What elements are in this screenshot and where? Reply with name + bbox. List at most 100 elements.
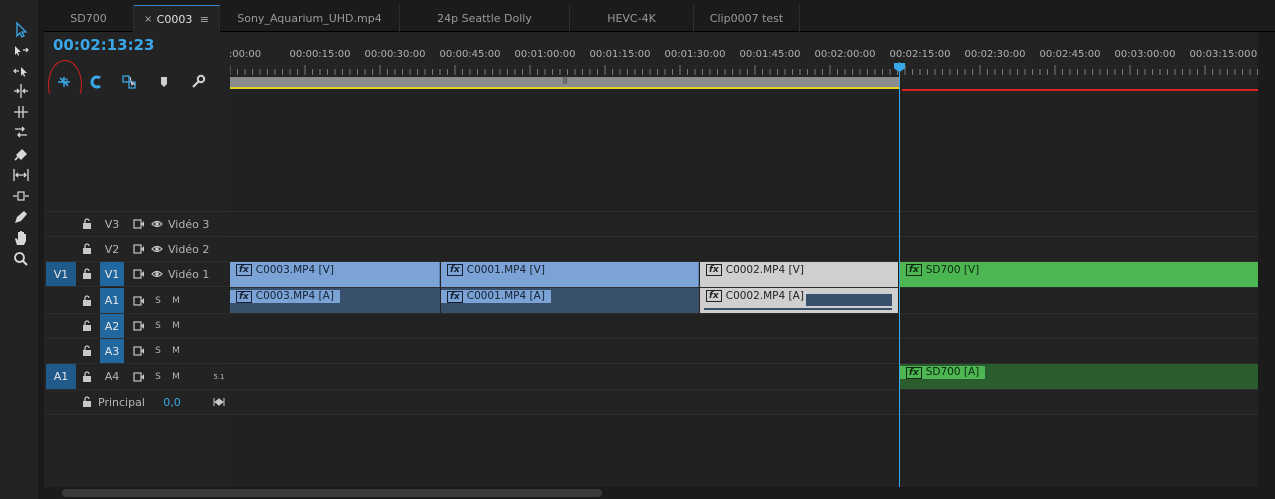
lock-icon[interactable]: [80, 314, 94, 338]
lock-icon[interactable]: [80, 364, 94, 389]
eye-icon[interactable]: [150, 237, 164, 261]
work-area-handle[interactable]: |||: [562, 75, 568, 84]
fx-badge: fx: [236, 264, 252, 276]
ruler-label: 0: [1250, 49, 1258, 60]
lane-a1[interactable]: fx C0003.MP4 [A] fx C0001.MP4 [A] fx C0002.…: [230, 288, 1258, 314]
zoom-icon[interactable]: [8, 249, 34, 269]
audio-clip[interactable]: fx C0003.MP4 [A]: [230, 288, 440, 313]
ruler-label: 00:00:30:00: [364, 49, 426, 60]
pen-icon[interactable]: [8, 207, 34, 227]
source-patch-v1[interactable]: V1: [46, 262, 76, 286]
track-select-forward-icon[interactable]: [8, 40, 34, 60]
lock-icon[interactable]: [80, 339, 94, 363]
lock-icon[interactable]: [80, 212, 94, 236]
playhead-line[interactable]: [899, 62, 900, 487]
lane-a4[interactable]: fx SD700 [A]: [230, 364, 1258, 390]
track-name-a3[interactable]: A3: [100, 339, 124, 363]
mute-button[interactable]: M: [170, 339, 182, 363]
work-area-bar[interactable]: |||: [230, 75, 900, 89]
lane-v2[interactable]: [230, 237, 1258, 262]
solo-button[interactable]: S: [152, 288, 164, 313]
razor-icon[interactable]: [8, 144, 34, 164]
eye-icon[interactable]: [150, 212, 164, 236]
track-name-a2[interactable]: A2: [100, 314, 124, 338]
lock-icon[interactable]: [80, 262, 94, 286]
lane-v1[interactable]: fx C0003.MP4 [V] fx C0001.MP4 [V] fx C0002.…: [230, 262, 1258, 288]
fx-badge: fx: [447, 290, 463, 303]
playhead-timecode[interactable]: 00:02:13:23: [53, 36, 155, 54]
slip-icon[interactable]: [8, 165, 34, 185]
track-label-v1: Vidéo 1: [168, 267, 210, 281]
tab-c0003[interactable]: × C0003 ≡: [134, 5, 220, 32]
sync-lock-icon[interactable]: [132, 212, 146, 236]
timeline-settings-icon[interactable]: [188, 72, 208, 92]
selection-tool-icon[interactable]: [8, 20, 34, 40]
solo-button[interactable]: S: [152, 364, 164, 389]
track-name-a1[interactable]: A1: [100, 288, 124, 313]
add-marker-icon[interactable]: [154, 72, 174, 92]
lane-v3[interactable]: [230, 212, 1258, 237]
master-volume-value[interactable]: 0,0: [160, 390, 184, 414]
track-select-backward-icon[interactable]: [8, 61, 34, 81]
lock-icon[interactable]: [80, 288, 94, 313]
scrollbar-thumb[interactable]: [62, 489, 602, 497]
sync-lock-icon[interactable]: [132, 314, 146, 338]
video-clip[interactable]: fx C0003.MP4 [V]: [230, 262, 440, 287]
track-name-a4[interactable]: A4: [100, 364, 124, 389]
mute-button[interactable]: M: [170, 364, 182, 389]
tab-menu-icon[interactable]: ≡: [200, 13, 209, 26]
lane-master[interactable]: [230, 390, 1258, 415]
sync-lock-icon[interactable]: [132, 339, 146, 363]
go-to-in-out-icon[interactable]: [212, 390, 226, 414]
eye-icon[interactable]: [150, 262, 164, 286]
mute-button[interactable]: M: [170, 288, 182, 313]
ruler-label: 00:01:30:00: [664, 49, 726, 60]
lock-icon[interactable]: [80, 237, 94, 261]
sync-lock-icon[interactable]: [132, 288, 146, 313]
timeline-tracks[interactable]: fx C0003.MP4 [V] fx C0001.MP4 [V] fx C0002.…: [230, 94, 1258, 487]
nest-sequence-icon[interactable]: [54, 72, 74, 92]
solo-button[interactable]: S: [152, 339, 164, 363]
tab-24p-seattle-dolly[interactable]: 24p Seattle Dolly: [400, 5, 570, 32]
tab-clip0007-test[interactable]: Clip0007 test: [694, 5, 800, 32]
track-name-v2[interactable]: V2: [100, 237, 124, 261]
track-name-v1[interactable]: V1: [100, 262, 124, 286]
solo-button[interactable]: S: [152, 314, 164, 338]
horizontal-scrollbar[interactable]: [44, 487, 1258, 499]
render-bar: [902, 89, 1258, 91]
time-ruler[interactable]: :00:00 00:00:15:00 00:00:30:00 00:00:45:00 0…: [229, 32, 1258, 94]
audio-clip[interactable]: fx SD700 [A]: [900, 364, 1258, 389]
sync-lock-icon[interactable]: [132, 237, 146, 261]
track-header-spacer: [44, 94, 230, 212]
tab-sd700[interactable]: SD700: [44, 5, 134, 32]
audio-clip[interactable]: fx C0001.MP4 [A]: [441, 288, 699, 313]
mute-button[interactable]: M: [170, 314, 182, 338]
ruler-label: 00:03:00:00: [1114, 49, 1176, 60]
slide-icon[interactable]: [8, 186, 34, 206]
video-clip-selected[interactable]: fx C0002.MP4 [V]: [700, 262, 898, 287]
hand-icon[interactable]: [8, 228, 34, 248]
ripple-edit-icon[interactable]: [8, 81, 34, 101]
ruler-label: 00:02:15:00: [889, 49, 951, 60]
rate-stretch-icon[interactable]: [8, 122, 34, 142]
sync-lock-icon[interactable]: [132, 262, 146, 286]
lane-a2[interactable]: [230, 314, 1258, 339]
video-clip[interactable]: fx SD700 [V]: [900, 262, 1258, 287]
sync-lock-icon[interactable]: [132, 364, 146, 389]
vertical-scrollbar[interactable]: [1258, 32, 1275, 499]
tab-sony-aquarium[interactable]: Sony_Aquarium_UHD.mp4: [220, 5, 400, 32]
snap-icon[interactable]: [86, 72, 106, 92]
lock-icon[interactable]: [80, 390, 94, 414]
video-clip[interactable]: fx C0001.MP4 [V]: [441, 262, 699, 287]
ruler-label: 00:01:00:00: [514, 49, 576, 60]
track-name-v3[interactable]: V3: [100, 212, 124, 236]
tab-hevc-4k[interactable]: HEVC-4K: [570, 5, 694, 32]
lane-a3[interactable]: [230, 339, 1258, 364]
close-icon[interactable]: ×: [144, 14, 152, 25]
rolling-edit-icon[interactable]: [8, 102, 34, 122]
audio-clip-selected[interactable]: fx C0002.MP4 [A]: [700, 288, 898, 313]
source-patch-a1[interactable]: A1: [46, 364, 76, 389]
linked-selection-icon[interactable]: [119, 72, 139, 92]
track-header-a1: A1 S M: [44, 288, 230, 314]
track-label-v3: Vidéo 3: [168, 217, 210, 231]
